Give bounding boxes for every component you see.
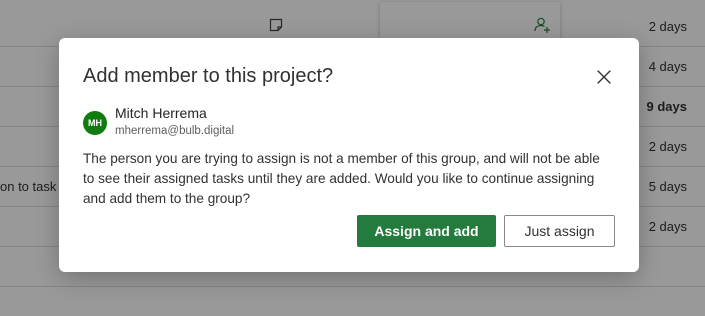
user-name: Mitch Herrema [115,105,207,121]
avatar: MH [83,111,107,135]
user-email: mherrema@bulb.digital [115,125,235,137]
add-member-dialog: Add member to this project? MH Mitch Her… [59,38,639,272]
dialog-message: The person you are trying to assign is n… [83,151,600,206]
dialog-title: Add member to this project? [83,65,334,87]
just-assign-button[interactable]: Just assign [504,215,615,247]
close-icon[interactable] [595,68,613,86]
assign-and-add-button[interactable]: Assign and add [357,215,496,247]
